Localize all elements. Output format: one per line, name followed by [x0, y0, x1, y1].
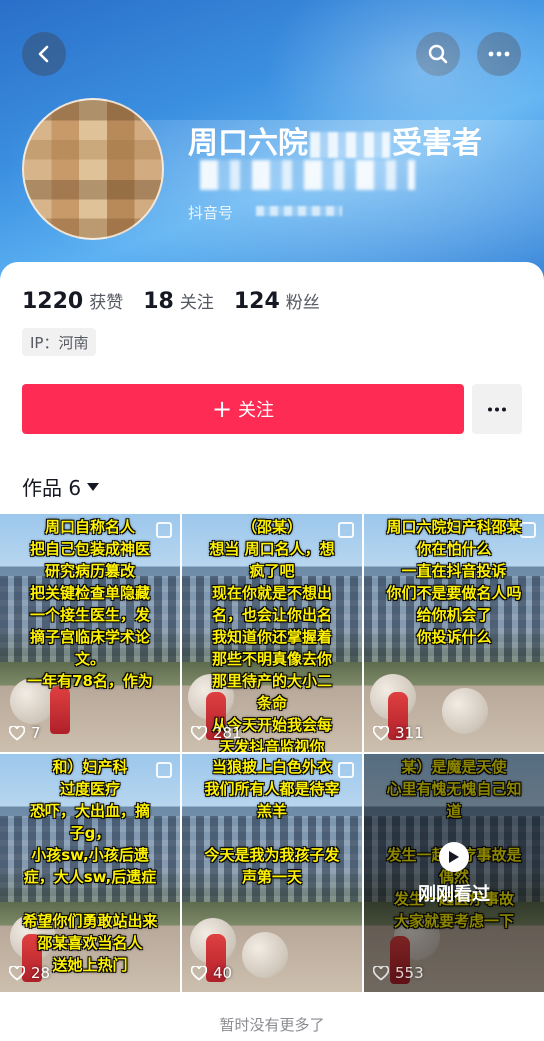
caret-down-icon — [87, 482, 100, 491]
heart-icon — [373, 725, 389, 741]
recently-viewed-label: 刚刚看过 — [418, 884, 490, 905]
video-thumbnail[interactable]: （邵某） 想当 周口名人，想 疯了吧 现在你就是不想出 名，也会让你出名 我知道… — [182, 514, 362, 752]
like-count-value: 311 — [395, 724, 424, 742]
like-count-value: 40 — [213, 964, 233, 982]
stat-followers[interactable]: 124 粉丝 — [234, 288, 320, 314]
stat-value: 124 — [233, 289, 280, 314]
recently-viewed-marker: 刚刚看过 — [364, 842, 544, 906]
profile-banner: 周口六院 受害者 抖音号 — [0, 0, 544, 290]
video-thumbnail[interactable]: 当狼披上白色外衣 我们所有人都是待宰 羔羊 今天是我为我孩子发 声第一天 40 — [182, 754, 362, 992]
stat-value: 1220 — [22, 289, 84, 314]
like-count: 28 — [9, 964, 50, 982]
avatar[interactable] — [22, 98, 164, 240]
video-thumbnail[interactable]: 和）妇产科 过度医疗 恐吓，大出血，摘 子g， 小孩sw,小孩后遗 症，大人sw… — [0, 754, 180, 992]
works-tab[interactable]: 作品 6 — [22, 472, 100, 501]
profile-more-button[interactable] — [472, 384, 522, 434]
search-button[interactable] — [416, 32, 460, 76]
profile-nickname: 周口六院 受害者 — [188, 118, 482, 162]
stat-value: 18 — [143, 289, 174, 314]
search-icon — [428, 44, 448, 64]
stat-following[interactable]: 18 关注 — [143, 288, 214, 314]
nickname-redacted-line — [200, 160, 415, 190]
video-thumbnail[interactable]: 周口自称名人 把自己包装成神医 研究病历篡改 把关键检查单隐藏 一个接生医生，发… — [0, 514, 180, 752]
stat-label: 获赞 — [89, 293, 124, 313]
heart-icon — [9, 725, 25, 741]
like-count-value: 281 — [213, 724, 242, 742]
like-count: 553 — [373, 964, 424, 982]
no-more-content-note: 暂时没有更多了 — [219, 1016, 325, 1034]
like-count-value: 553 — [395, 964, 424, 982]
stats-row: 1220 获赞 18 关注 124 粉丝 — [22, 288, 320, 314]
video-grid: 周口自称名人 把自己包装成神医 研究病历篡改 把关键检查单隐藏 一个接生医生，发… — [0, 514, 544, 992]
plus-icon: + — [211, 395, 233, 423]
chevron-left-icon — [38, 45, 49, 63]
stat-label: 关注 — [179, 293, 214, 313]
video-caption: （邵某） 想当 周口名人，想 疯了吧 现在你就是不想出 名，也会让你出名 我知道… — [209, 518, 335, 752]
douyin-id-redacted — [256, 206, 342, 216]
works-tab-label: 作品 6 — [22, 476, 82, 500]
douyin-id-label: 抖音号 — [188, 204, 234, 222]
like-count-value: 7 — [31, 724, 41, 742]
video-caption: 和）妇产科 过度医疗 恐吓，大出血，摘 子g， 小孩sw,小孩后遗 症，大人sw… — [22, 758, 158, 974]
video-caption: 周口自称名人 把自己包装成神医 研究病历篡改 把关键检查单隐藏 一个接生医生，发… — [27, 518, 153, 690]
like-count: 311 — [373, 724, 424, 742]
more-dots-icon — [488, 51, 510, 57]
follow-button[interactable]: + 关注 — [22, 384, 464, 434]
heart-icon — [191, 725, 207, 741]
heart-icon — [373, 965, 389, 981]
play-icon — [439, 842, 469, 872]
more-dots-icon — [488, 407, 506, 411]
back-button[interactable] — [22, 32, 66, 76]
heart-icon — [9, 965, 25, 981]
stat-likes[interactable]: 1220 获赞 — [22, 288, 123, 314]
like-count: 7 — [9, 724, 41, 742]
nickname-redacted-block — [310, 131, 390, 158]
nickname-end: 受害者 — [392, 126, 482, 161]
stat-label: 粉丝 — [285, 293, 320, 313]
like-count: 40 — [191, 964, 232, 982]
video-thumbnail[interactable]: 周口六院妇产科邵某 你在怕什么 一直在抖音投诉 你们不是要做名人吗 给你机会了 … — [364, 514, 544, 752]
like-count: 281 — [191, 724, 242, 742]
video-caption: 当狼披上白色外衣 我们所有人都是待宰 羔羊 今天是我为我孩子发 声第一天 — [204, 758, 340, 886]
video-caption: 周口六院妇产科邵某 你在怕什么 一直在抖音投诉 你们不是要做名人吗 给你机会了 … — [386, 518, 522, 646]
follow-label: 关注 — [238, 400, 275, 421]
nickname-start: 周口六院 — [188, 126, 308, 161]
heart-icon — [191, 965, 207, 981]
like-count-value: 28 — [31, 964, 51, 982]
video-thumbnail-recently-viewed[interactable]: 某）是魔是天使 心里有愧无愧自己知 道 发生一起医疗事故是 偶然 发生一起医疗事… — [364, 754, 544, 992]
ip-location-tag: IP：河南 — [22, 328, 97, 356]
more-options-button[interactable] — [477, 32, 521, 76]
